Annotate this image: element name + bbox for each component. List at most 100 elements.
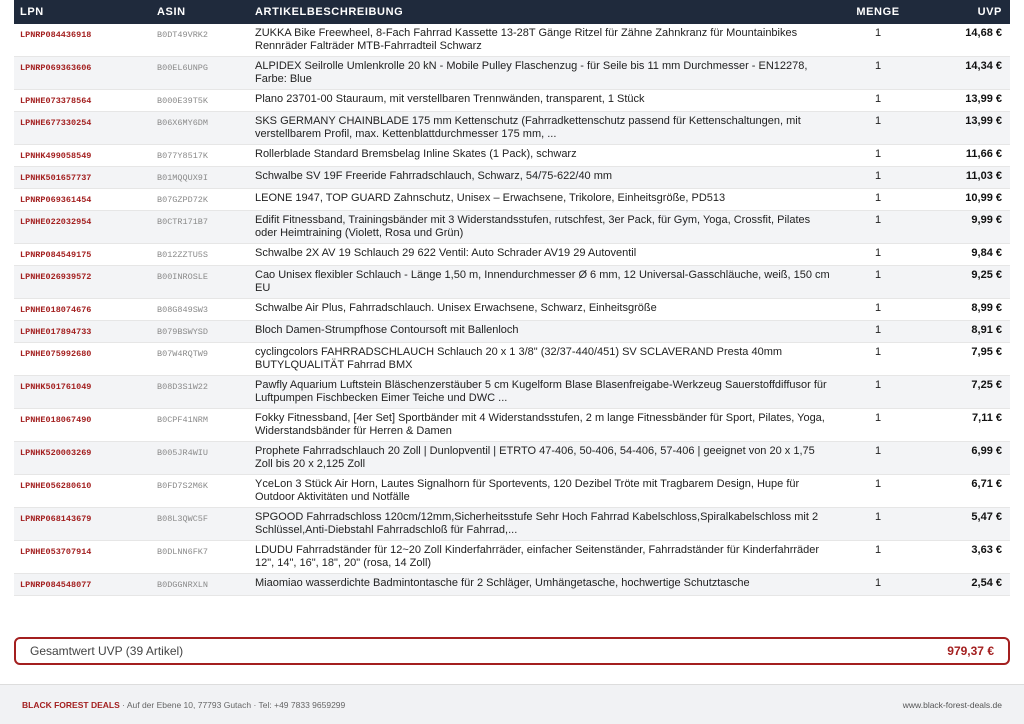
lpn-cell: LPNHE026939572 — [20, 272, 92, 282]
lpn-cell: LPNHK499058549 — [20, 151, 92, 161]
lpn-cell: LPNHE053707914 — [20, 547, 92, 557]
description-cell: Fokky Fitnessband, [4er Set] Sportbänder… — [255, 412, 825, 437]
table-row: LPNRP084548077 B0DGGNRXLN Miaomiao wasserd… — [14, 573, 1010, 596]
quantity-cell: 1 — [874, 170, 882, 182]
asin-cell: B01MQQUX9I — [157, 173, 209, 183]
header-asin: ASIN — [157, 6, 186, 18]
description-cell: Prophete Fahrradschlauch 20 Zoll | Dunlo… — [255, 445, 815, 470]
asin-cell: B0CPF41NRM — [157, 415, 209, 425]
description-cell: Miaomiao wasserdichte Badmintontasche fü… — [255, 577, 750, 589]
description-cell: Pawfly Aquarium Luftstein Bläschenzerstä… — [255, 379, 827, 404]
footer-address: · Auf der Ebene 10, 77793 Gutach · Tel: … — [119, 699, 346, 710]
lpn-cell: LPNHE018067490 — [20, 415, 92, 425]
quantity-cell: 1 — [874, 269, 882, 281]
uvp-cell: 8,99 € — [971, 302, 1002, 314]
lpn-cell: LPNHE017894733 — [20, 327, 92, 337]
quantity-cell: 1 — [874, 148, 882, 160]
uvp-cell: 13,99 € — [965, 115, 1002, 127]
items-table: LPN ASIN ARTIKELBESCHREIBUNG MENGE UVP L… — [14, 0, 1010, 596]
quantity-cell: 1 — [874, 412, 882, 424]
uvp-cell: 10,99 € — [965, 192, 1002, 204]
quantity-cell: 1 — [874, 577, 882, 589]
description-cell: ALPIDEX Seilrolle Umlenkrolle 20 kN - Mo… — [255, 60, 808, 85]
lpn-cell: LPNHE677330254 — [20, 118, 92, 128]
lpn-cell: LPNHE022032954 — [20, 217, 92, 227]
table-body: LPNRP084436918 B0DT49VRK2 ZUKKA Bike Freew… — [14, 24, 1010, 596]
uvp-cell: 13,99 € — [965, 93, 1002, 105]
table-row: LPNHK501761049 B08D3S1W22 Pawfly Aquarium … — [14, 375, 1010, 409]
total-label: Gesamtwert UVP (39 Artikel) — [30, 644, 184, 658]
uvp-cell: 9,25 € — [971, 269, 1002, 281]
lpn-cell: LPNHE075992680 — [20, 349, 92, 359]
description-cell: Rollerblade Standard Bremsbelag Inline S… — [255, 148, 577, 160]
table-row: LPNHE056280610 B0FD7S2M6K YceLon 3 Stück A… — [14, 475, 1010, 508]
asin-cell: B08D3S1W22 — [157, 382, 209, 392]
table-row: LPNHE022032954 B0CTR171B7 Edifit Fitnessba… — [14, 210, 1010, 244]
table-row: LPNHK501657737 B01MQQUX9I Schwalbe SV 19F … — [14, 166, 1010, 189]
table-row: LPNRP069363606 B00EL6UNPG ALPIDEX Seilroll… — [14, 56, 1010, 90]
lpn-cell: LPNHE073378564 — [20, 96, 92, 106]
uvp-cell: 2,54 € — [971, 577, 1002, 589]
asin-cell: B0CTR171B7 — [157, 217, 209, 227]
header-lpn: LPN — [20, 6, 44, 18]
lpn-cell: LPNRP069361454 — [20, 195, 92, 205]
lpn-cell: LPNHK501761049 — [20, 382, 92, 392]
uvp-cell: 8,91 € — [971, 324, 1002, 336]
description-cell: LDUDU Fahrradständer für 12~20 Zoll Kind… — [255, 544, 820, 569]
quantity-cell: 1 — [874, 346, 882, 358]
quantity-cell: 1 — [874, 247, 882, 259]
lpn-cell: LPNHE018074676 — [20, 305, 92, 315]
footer-company-info: BLACK FOREST DEALS · Auf der Ebene 10, 7… — [22, 700, 345, 710]
uvp-cell: 9,99 € — [971, 214, 1002, 226]
quantity-cell: 1 — [874, 324, 882, 336]
quantity-cell: 1 — [874, 379, 882, 391]
description-cell: Bloch Damen-Strumpfhose Contoursoft mit … — [255, 324, 519, 336]
lpn-cell: LPNRP084549175 — [20, 250, 92, 260]
asin-cell: B0DLNN6FK7 — [157, 547, 209, 557]
header-description: ARTIKELBESCHREIBUNG — [255, 6, 404, 18]
uvp-cell: 14,34 € — [965, 60, 1002, 72]
total-summary: Gesamtwert UVP (39 Artikel) 979,37 € — [14, 637, 1010, 665]
uvp-cell: 11,66 € — [965, 148, 1002, 160]
asin-cell: B077Y8517K — [157, 151, 209, 161]
quantity-cell: 1 — [874, 192, 882, 204]
lpn-cell: LPNRP084436918 — [20, 30, 92, 40]
description-cell: LEONE 1947, TOP GUARD Zahnschutz, Unisex… — [255, 192, 726, 204]
quantity-cell: 1 — [874, 544, 882, 556]
lpn-cell: LPNRP084548077 — [20, 580, 92, 590]
asin-cell: B00EL6UNPG — [157, 63, 209, 73]
description-cell: ZUKKA Bike Freewheel, 8-Fach Fahrrad Kas… — [255, 27, 798, 52]
table-row: LPNRP069361454 B07GZPD72K LEONE 1947, TOP … — [14, 189, 1010, 211]
asin-cell: B00INROSLE — [157, 272, 209, 282]
uvp-cell: 11,03 € — [965, 170, 1002, 182]
footer-website[interactable]: www.black-forest-deals.de — [903, 700, 1002, 710]
uvp-cell: 7,95 € — [971, 346, 1002, 358]
table-header-row: LPN ASIN ARTIKELBESCHREIBUNG MENGE UVP — [14, 0, 1010, 24]
items-table-container: LPN ASIN ARTIKELBESCHREIBUNG MENGE UVP L… — [14, 0, 1010, 596]
asin-cell: B0DGGNRXLN — [157, 580, 209, 590]
uvp-cell: 6,71 € — [971, 478, 1002, 490]
description-cell: Edifit Fitnessband, Trainingsbänder mit … — [255, 214, 811, 239]
asin-cell: B0FD7S2M6K — [157, 481, 209, 491]
quantity-cell: 1 — [874, 214, 882, 226]
table-row: LPNHE026939572 B00INROSLE Cao Unisex flexi… — [14, 265, 1010, 299]
asin-cell: B07W4RQTW9 — [157, 349, 209, 359]
table-row: LPNRP084549175 B012ZZTU5S Schwalbe 2X AV 1… — [14, 244, 1010, 266]
quantity-cell: 1 — [874, 115, 882, 127]
asin-cell: B005JR4WIU — [157, 448, 209, 458]
table-row: LPNHE075992680 B07W4RQTW9 cyclingcolors FA… — [14, 343, 1010, 376]
table-row: LPNRP084436918 B0DT49VRK2 ZUKKA Bike Freew… — [14, 24, 1010, 57]
description-cell: SKS GERMANY CHAINBLADE 175 mm Kettenschu… — [255, 115, 801, 140]
asin-cell: B08G849SW3 — [157, 305, 209, 315]
asin-cell: B000E39T5K — [157, 96, 209, 106]
asin-cell: B08L3QWC5F — [157, 514, 209, 524]
description-cell: SPGOOD Fahrradschloss 120cm/12mm,Sicherh… — [255, 511, 819, 536]
table-row: LPNRP068143679 B08L3QWC5F SPGOOD Fahrradsc… — [14, 507, 1010, 541]
quantity-cell: 1 — [874, 93, 882, 105]
quantity-cell: 1 — [874, 478, 882, 490]
quantity-cell: 1 — [874, 302, 882, 314]
table-row: LPNHK520003269 B005JR4WIU Prophete Fahrrad… — [14, 441, 1010, 475]
uvp-cell: 7,25 € — [971, 379, 1002, 391]
asin-cell: B079BSWYSD — [157, 327, 209, 337]
uvp-cell: 6,99 € — [971, 445, 1002, 457]
